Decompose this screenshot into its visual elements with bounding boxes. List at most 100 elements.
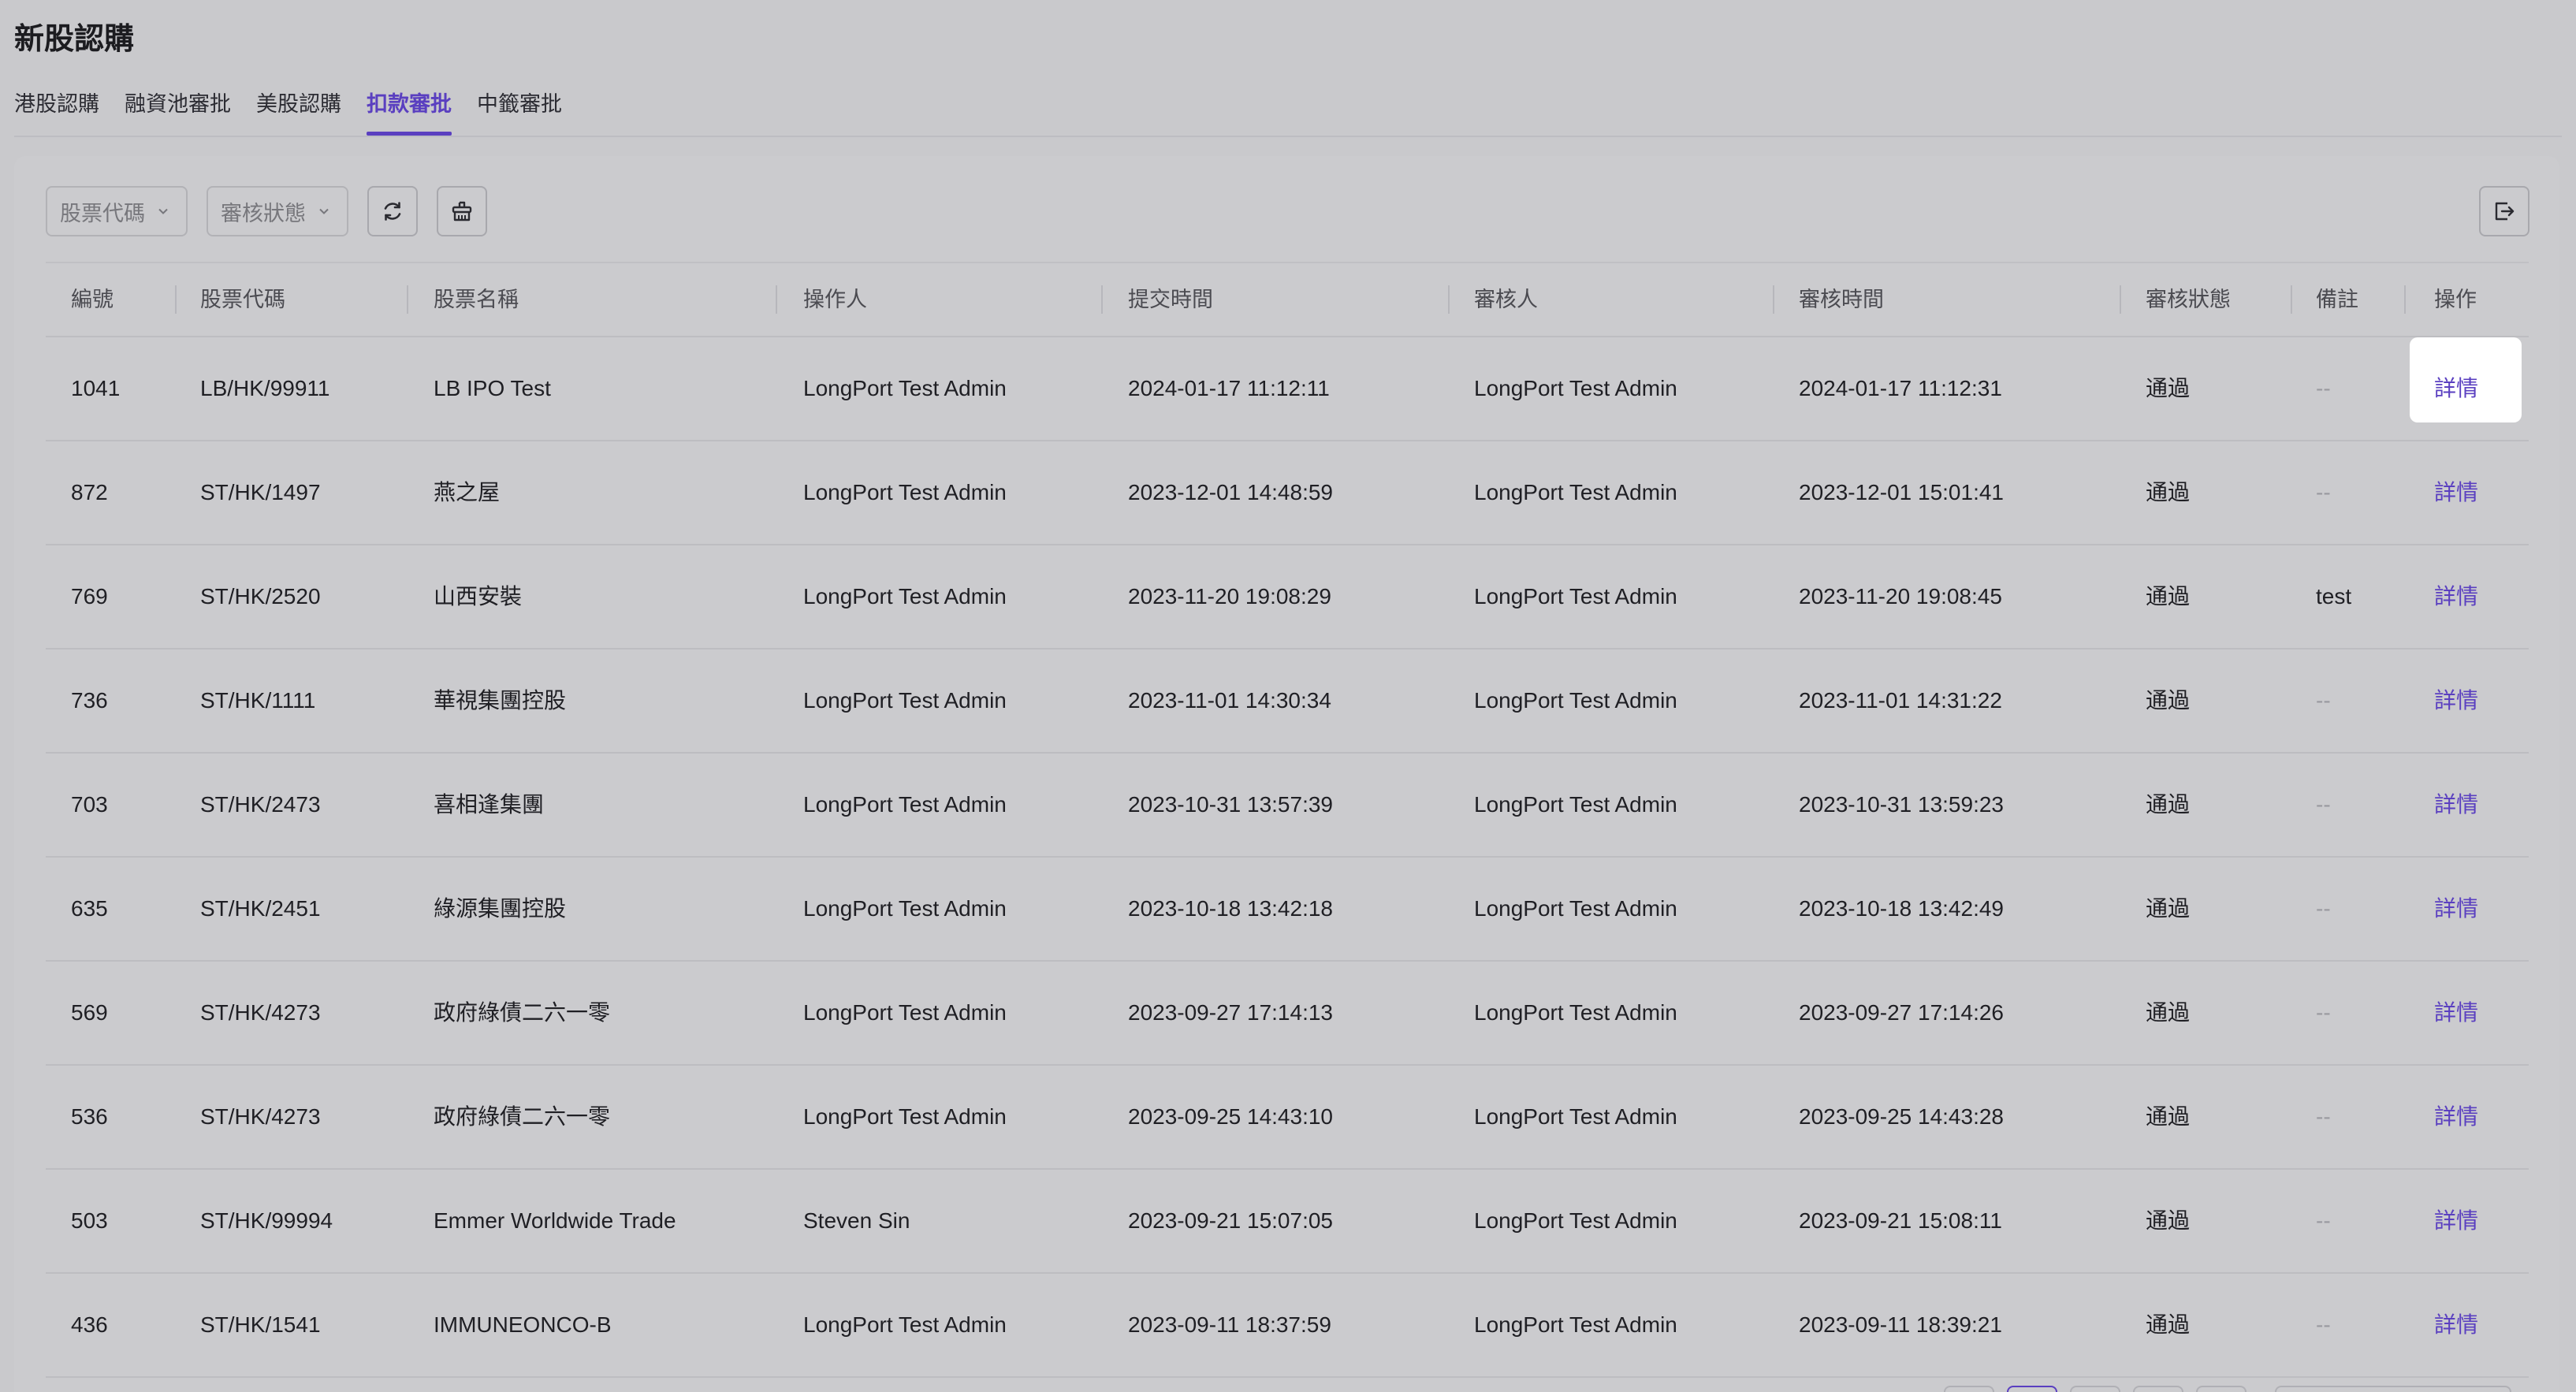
cell-note: -- xyxy=(2316,1104,2331,1129)
tab-hk-ipo[interactable]: 港股認購 xyxy=(14,84,99,136)
cell-id: 436 xyxy=(71,1312,108,1337)
cell-stock-name: 政府綠債二六一零 xyxy=(434,1000,611,1025)
pagination-next-button[interactable] xyxy=(2196,1386,2247,1392)
cell-note: test xyxy=(2316,584,2352,609)
cell-submitted-time: 2024-01-17 11:12:11 xyxy=(1128,376,1330,400)
cell-operator: LongPort Test Admin xyxy=(803,376,1007,400)
cell-operator: LongPort Test Admin xyxy=(803,1312,1007,1337)
column-divider xyxy=(407,285,408,314)
cell-reviewed-time: 2023-09-27 17:14:26 xyxy=(1799,1000,2004,1025)
cell-operator: LongPort Test Admin xyxy=(803,896,1007,921)
header-review-status: 審核狀態 xyxy=(2146,288,2231,311)
column-divider xyxy=(1448,285,1450,314)
cell-stock-code: ST/HK/99994 xyxy=(200,1208,333,1233)
cell-stock-name: 華視集團控股 xyxy=(434,688,567,713)
cell-review-status: 通過 xyxy=(2146,376,2191,400)
pagination-page-current[interactable] xyxy=(2007,1386,2057,1392)
cell-submitted-time: 2023-11-20 19:08:29 xyxy=(1128,584,1331,609)
content-panel: 股票代碼 審核狀態 編號 股票代碼 股票名稱 操作人 提交時間 審核人 審核時間… xyxy=(14,156,2559,1392)
pagination-page[interactable] xyxy=(2133,1386,2183,1392)
cell-note: -- xyxy=(2316,688,2331,713)
details-link[interactable]: 詳情 xyxy=(2434,649,2478,752)
review-status-select[interactable]: 審核狀態 xyxy=(207,186,348,236)
cell-stock-code: ST/HK/1541 xyxy=(200,1312,321,1337)
cell-id: 569 xyxy=(71,1000,108,1025)
cell-submitted-time: 2023-10-31 13:57:39 xyxy=(1128,792,1333,817)
cell-note: -- xyxy=(2316,1208,2331,1233)
cell-operator: LongPort Test Admin xyxy=(803,1104,1007,1129)
cell-reviewed-time: 2023-12-01 15:01:41 xyxy=(1799,480,2004,504)
header-reviewed-time: 審核時間 xyxy=(1799,288,1884,311)
column-divider xyxy=(2404,285,2406,314)
filter-toolbar: 股票代碼 審核狀態 xyxy=(46,186,487,236)
details-link[interactable]: 詳情 xyxy=(2434,1274,2478,1376)
cell-id: 536 xyxy=(71,1104,108,1129)
cell-reviewer: LongPort Test Admin xyxy=(1474,1208,1677,1233)
tab-deduction-approval[interactable]: 扣款審批 xyxy=(367,84,452,136)
page-size-select[interactable] xyxy=(2275,1386,2511,1392)
header-stock-name: 股票名稱 xyxy=(434,288,519,311)
stock-code-select[interactable]: 股票代碼 xyxy=(46,186,188,236)
table-header: 編號 股票代碼 股票名稱 操作人 提交時間 審核人 審核時間 審核狀態 備註 操… xyxy=(46,263,2529,337)
tab-margin-pool-approval[interactable]: 融資池審批 xyxy=(125,84,231,136)
cell-reviewer: LongPort Test Admin xyxy=(1474,480,1677,504)
details-link[interactable]: 詳情 xyxy=(2434,858,2478,960)
cell-operator: LongPort Test Admin xyxy=(803,584,1007,609)
cell-reviewed-time: 2023-11-01 14:31:22 xyxy=(1799,688,2002,713)
pagination-prev-button[interactable] xyxy=(1944,1386,1994,1392)
header-submitted-time: 提交時間 xyxy=(1128,288,1213,311)
cell-stock-name: Emmer Worldwide Trade xyxy=(434,1208,676,1233)
cell-review-status: 通過 xyxy=(2146,1312,2191,1337)
review-status-select-placeholder: 審核狀態 xyxy=(221,201,306,225)
cell-review-status: 通過 xyxy=(2146,896,2191,921)
cell-stock-name: 燕之屋 xyxy=(434,480,501,504)
cell-submitted-time: 2023-09-21 15:07:05 xyxy=(1128,1208,1333,1233)
table-row: 703 ST/HK/2473 喜相逢集團 LongPort Test Admin 202… xyxy=(46,754,2529,858)
export-button[interactable] xyxy=(2479,186,2529,236)
cell-stock-code: ST/HK/2451 xyxy=(200,896,321,921)
details-link[interactable]: 詳情 xyxy=(2434,1170,2478,1272)
clear-filters-button[interactable] xyxy=(437,186,487,236)
cell-stock-name: 喜相逢集團 xyxy=(434,792,545,817)
tab-us-ipo[interactable]: 美股認購 xyxy=(256,84,341,136)
deduction-approval-table: 編號 股票代碼 股票名稱 操作人 提交時間 審核人 審核時間 審核狀態 備註 操… xyxy=(46,262,2529,1378)
details-link[interactable]: 詳情 xyxy=(2434,1066,2478,1168)
tab-allotment-approval[interactable]: 中籤審批 xyxy=(477,84,562,136)
cell-reviewed-time: 2023-11-20 19:08:45 xyxy=(1799,584,2002,609)
cell-reviewed-time: 2023-09-11 18:39:21 xyxy=(1799,1312,2002,1337)
cell-reviewed-time: 2023-09-25 14:43:28 xyxy=(1799,1104,2004,1129)
cell-note: -- xyxy=(2316,896,2331,921)
cell-id: 769 xyxy=(71,584,108,609)
cell-reviewer: LongPort Test Admin xyxy=(1474,1104,1677,1129)
details-link[interactable]: 詳情 xyxy=(2434,962,2478,1064)
cell-reviewed-time: 2023-10-18 13:42:49 xyxy=(1799,896,2004,921)
cell-reviewer: LongPort Test Admin xyxy=(1474,896,1677,921)
header-reviewer: 審核人 xyxy=(1474,288,1538,311)
cell-reviewer: LongPort Test Admin xyxy=(1474,584,1677,609)
refresh-button[interactable] xyxy=(367,186,418,236)
cell-submitted-time: 2023-10-18 13:42:18 xyxy=(1128,896,1333,921)
cell-submitted-time: 2023-09-11 18:37:59 xyxy=(1128,1312,1331,1337)
cell-note: -- xyxy=(2316,792,2331,817)
cell-stock-name: IMMUNEONCO-B xyxy=(434,1312,612,1337)
cell-reviewer: LongPort Test Admin xyxy=(1474,376,1677,400)
cell-stock-name: LB IPO Test xyxy=(434,376,551,400)
details-link[interactable]: 詳情 xyxy=(2434,441,2478,544)
cell-operator: LongPort Test Admin xyxy=(803,792,1007,817)
cell-stock-name: 山西安裝 xyxy=(434,584,523,609)
cell-note: -- xyxy=(2316,1000,2331,1025)
details-link[interactable]: 詳情 xyxy=(2434,545,2478,648)
cell-id: 872 xyxy=(71,480,108,504)
cell-reviewed-time: 2024-01-17 11:12:31 xyxy=(1799,376,2002,400)
cell-review-status: 通過 xyxy=(2146,1104,2191,1129)
cell-operator: LongPort Test Admin xyxy=(803,1000,1007,1025)
details-link[interactable]: 詳情 xyxy=(2434,337,2478,440)
cell-id: 503 xyxy=(71,1208,108,1233)
export-icon xyxy=(2495,202,2515,221)
pagination-page[interactable] xyxy=(2070,1386,2120,1392)
details-link[interactable]: 詳情 xyxy=(2434,754,2478,856)
tabs-divider xyxy=(14,136,2562,137)
page-title: 新股認購 xyxy=(14,23,135,56)
table-row: 503 ST/HK/99994 Emmer Worldwide Trade Steve… xyxy=(46,1170,2529,1274)
cell-note: -- xyxy=(2316,1312,2331,1337)
